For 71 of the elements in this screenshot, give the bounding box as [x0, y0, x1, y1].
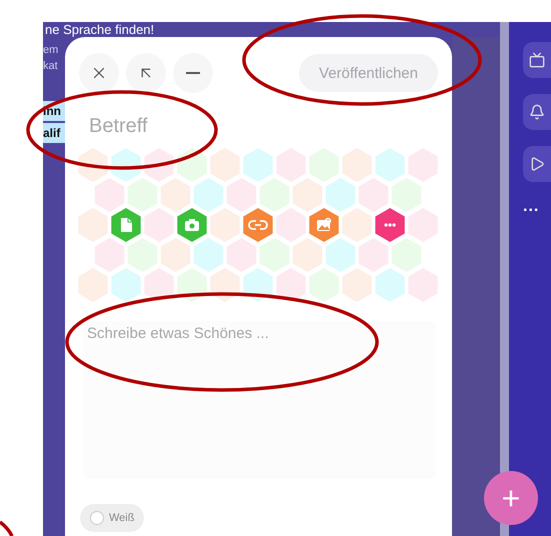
- hexagon-tile: [309, 268, 339, 302]
- screen-icon-button[interactable]: [523, 42, 551, 78]
- image-icon: [317, 218, 332, 231]
- background-heading: ne Sprache finden!: [44, 22, 154, 37]
- hexagon-tile: [210, 148, 240, 182]
- hexagon-tile: [78, 148, 108, 182]
- color-option-button[interactable]: Weiß: [80, 504, 144, 532]
- hexagon-tile: [292, 178, 322, 212]
- hexagon-tile: [177, 268, 207, 302]
- hexagon-tile: [144, 268, 174, 302]
- hexagon-tile: [276, 208, 306, 242]
- hexagon-tile: [226, 178, 256, 212]
- hexagon-tile: [326, 178, 356, 212]
- hexagon-tile: [243, 148, 273, 182]
- tv-icon: [529, 52, 545, 68]
- hexagon-tile: [194, 238, 224, 272]
- hexagon-tile: [358, 178, 388, 212]
- document-button[interactable]: [111, 208, 141, 242]
- hexagon-tile: [78, 208, 108, 242]
- image-button[interactable]: [309, 208, 339, 242]
- camera-button[interactable]: [177, 208, 207, 242]
- hexagon-tile: [210, 208, 240, 242]
- bell-button[interactable]: [523, 94, 551, 130]
- play-button[interactable]: [523, 146, 551, 182]
- hexagon-tile: [177, 148, 207, 182]
- hexagon-tile: [243, 268, 273, 302]
- background-text: em: [43, 43, 60, 57]
- dots-icon: [384, 223, 396, 227]
- more-text[interactable]: ...: [523, 198, 540, 216]
- hexagon-tile: [260, 178, 290, 212]
- arrow-up-left-button[interactable]: [126, 53, 166, 93]
- hexagon-tile: [392, 238, 422, 272]
- background-text: kat: [43, 59, 59, 73]
- hexagon-tile: [128, 238, 158, 272]
- hexagon-tile: [128, 178, 158, 212]
- hexagon-tile: [375, 268, 405, 302]
- hexagon-tile: [78, 268, 108, 302]
- hexagon-tile: [94, 238, 124, 272]
- hexagon-tile: [342, 148, 372, 182]
- hexagon-tile: [358, 238, 388, 272]
- document-icon: [121, 218, 132, 232]
- hexagon-tile: [375, 148, 405, 182]
- hexagon-tile: [292, 238, 322, 272]
- hexagon-tile: [326, 238, 356, 272]
- hexagon-tile: [276, 268, 306, 302]
- hexagon-tile: [144, 148, 174, 182]
- hexagon-tile: [160, 178, 190, 212]
- hexagon-tile: [226, 238, 256, 272]
- bell-icon: [529, 104, 545, 120]
- hexagon-tile: [111, 268, 141, 302]
- more-button[interactable]: [375, 208, 405, 242]
- link-button[interactable]: [243, 208, 273, 242]
- camera-icon: [185, 219, 199, 231]
- hexagon-tile: [194, 178, 224, 212]
- hexagon-tile: [342, 208, 372, 242]
- hexagon-tile: [210, 268, 240, 302]
- hexagon-tile: [160, 238, 190, 272]
- hexagon-tile: [342, 268, 372, 302]
- background-text: alif: [43, 123, 65, 143]
- hexagon-tile: [144, 208, 174, 242]
- hexagon-tile: [392, 178, 422, 212]
- hexagon-tile: [111, 148, 141, 182]
- hexagon-tile: [260, 238, 290, 272]
- play-icon: [529, 156, 545, 172]
- hexagon-tile: [309, 148, 339, 182]
- hexagon-tile: [276, 148, 306, 182]
- link-icon: [248, 220, 268, 230]
- color-option-label: Weiß: [109, 512, 134, 524]
- minus-icon: [186, 72, 200, 74]
- close-button[interactable]: [79, 53, 119, 93]
- hexagon-tile: [94, 178, 124, 212]
